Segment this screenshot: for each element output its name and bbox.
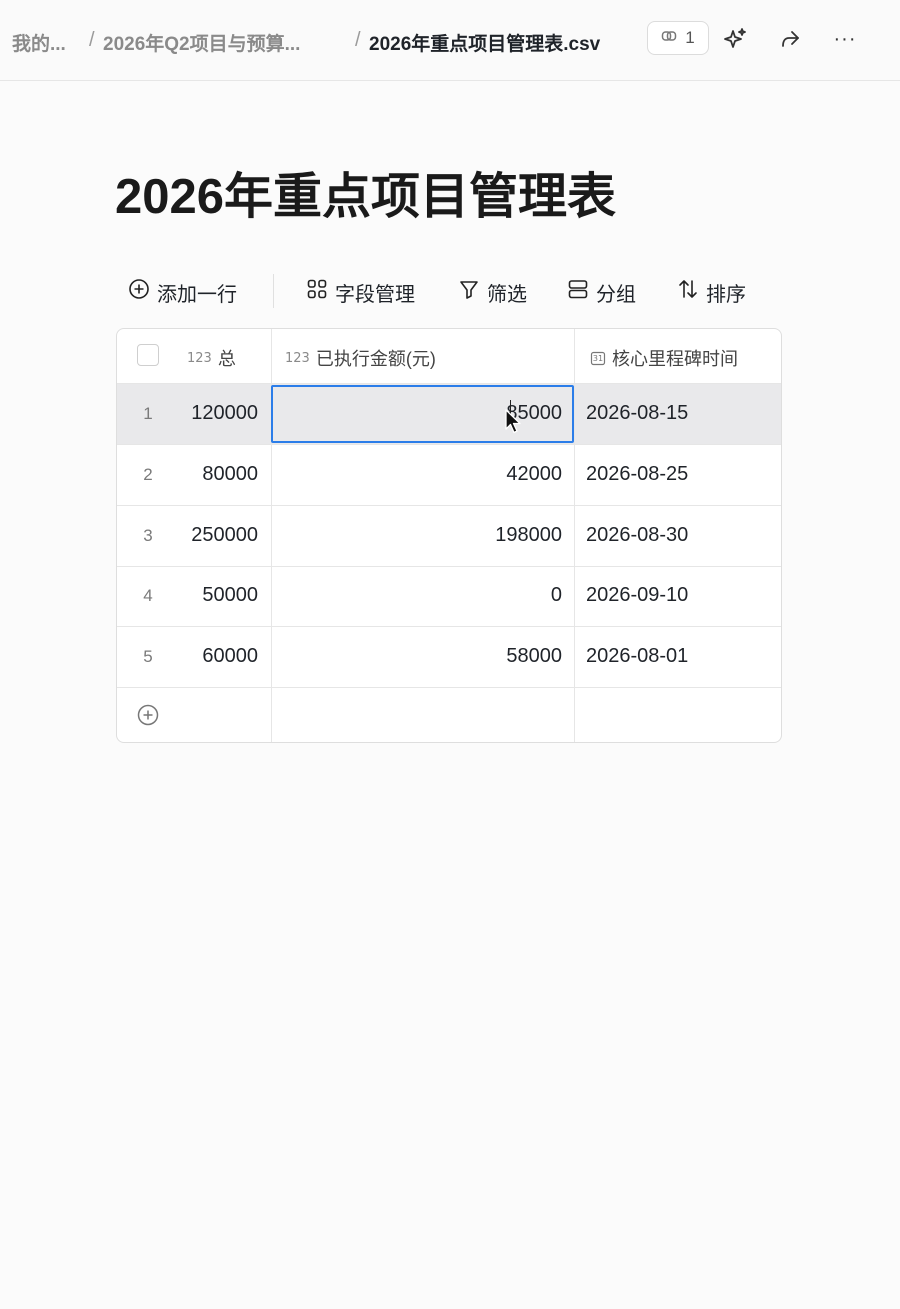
grid-icon <box>306 278 328 306</box>
column-header-label: 已执行金额(元) <box>315 349 436 369</box>
filter-label: 筛选 <box>487 283 527 306</box>
sort-icon <box>677 278 699 306</box>
cell-executed[interactable]: 198000 <box>287 524 562 547</box>
data-table: 123 总 123 已执行金额(元) 31 核心里程碑时间 1 120000 8… <box>116 328 782 743</box>
column-header-executed[interactable]: 123 已执行金额(元) <box>285 345 436 371</box>
column-divider <box>574 329 575 742</box>
sort-label: 排序 <box>706 283 746 306</box>
link-icon <box>661 28 677 49</box>
breadcrumb-separator: / <box>355 29 361 51</box>
top-bar: 我的... / 2026年Q2项目与预算... / 2026年重点项目管理表.c… <box>0 0 900 81</box>
filter-button[interactable]: 筛选 <box>458 278 527 306</box>
breadcrumb-item-current: 2026年重点项目管理表.csv <box>369 34 601 55</box>
field-manage-label: 字段管理 <box>335 283 415 306</box>
add-row-label: 添加一行 <box>157 283 237 306</box>
table-row[interactable]: 5 60000 58000 2026-08-01 <box>117 627 781 688</box>
cell-milestone[interactable]: 2026-08-30 <box>586 524 688 547</box>
column-header-milestone[interactable]: 31 核心里程碑时间 <box>590 345 738 371</box>
cell-total[interactable]: 250000 <box>157 524 258 547</box>
number-type-icon: 123 <box>285 350 310 366</box>
page-title: 2026年重点项目管理表 <box>115 170 617 224</box>
group-icon <box>567 278 589 306</box>
breadcrumb-item-folder[interactable]: 2026年Q2项目与预算... <box>103 29 300 56</box>
active-cell-outline[interactable] <box>271 385 574 443</box>
cell-total[interactable]: 120000 <box>157 402 258 425</box>
add-row-plus-icon[interactable] <box>137 704 159 731</box>
collaborator-link-button[interactable]: 1 <box>647 21 709 55</box>
mouse-pointer-icon <box>505 409 523 440</box>
cell-executed[interactable]: 58000 <box>287 645 562 668</box>
group-button[interactable]: 分组 <box>567 278 636 306</box>
table-row[interactable]: 4 50000 0 2026-09-10 <box>117 566 781 627</box>
column-header-label: 总 <box>217 349 236 369</box>
filter-icon <box>458 278 480 306</box>
field-manage-button[interactable]: 字段管理 <box>306 278 415 306</box>
add-row-button[interactable]: 添加一行 <box>128 278 237 306</box>
column-header-label: 核心里程碑时间 <box>612 349 738 369</box>
toolbar-divider <box>273 274 274 308</box>
calendar-icon: 31 <box>590 350 606 366</box>
share-forward-icon[interactable] <box>775 24 805 54</box>
cell-total[interactable]: 80000 <box>157 463 258 486</box>
plus-circle-icon <box>128 278 150 306</box>
column-header-total[interactable]: 123 总 <box>187 345 236 371</box>
calendar-day-label: 31 <box>592 354 604 363</box>
number-type-icon: 123 <box>187 350 212 366</box>
cell-milestone[interactable]: 2026-08-25 <box>586 463 688 486</box>
table-header: 123 总 123 已执行金额(元) 31 核心里程碑时间 <box>117 329 781 384</box>
add-row-footer <box>117 687 781 742</box>
cell-milestone[interactable]: 2026-09-10 <box>586 584 688 607</box>
collab-count: 1 <box>685 28 695 47</box>
cell-milestone[interactable]: 2026-08-01 <box>586 645 688 668</box>
sort-button[interactable]: 排序 <box>677 278 746 306</box>
cell-executed[interactable]: 42000 <box>287 463 562 486</box>
select-all-checkbox[interactable] <box>137 344 159 366</box>
table-row[interactable]: 2 80000 42000 2026-08-25 <box>117 445 781 506</box>
cell-total[interactable]: 60000 <box>157 645 258 668</box>
more-icon[interactable]: ··· <box>830 24 860 54</box>
breadcrumb-item-root[interactable]: 我的... <box>12 29 66 56</box>
cell-total[interactable]: 50000 <box>157 584 258 607</box>
table-row[interactable]: 3 250000 198000 2026-08-30 <box>117 506 781 567</box>
group-label: 分组 <box>596 283 636 306</box>
cell-milestone[interactable]: 2026-08-15 <box>586 402 688 425</box>
cell-executed[interactable]: 0 <box>287 584 562 607</box>
breadcrumb-separator: / <box>89 29 95 51</box>
ai-sparkle-icon[interactable] <box>720 24 750 54</box>
